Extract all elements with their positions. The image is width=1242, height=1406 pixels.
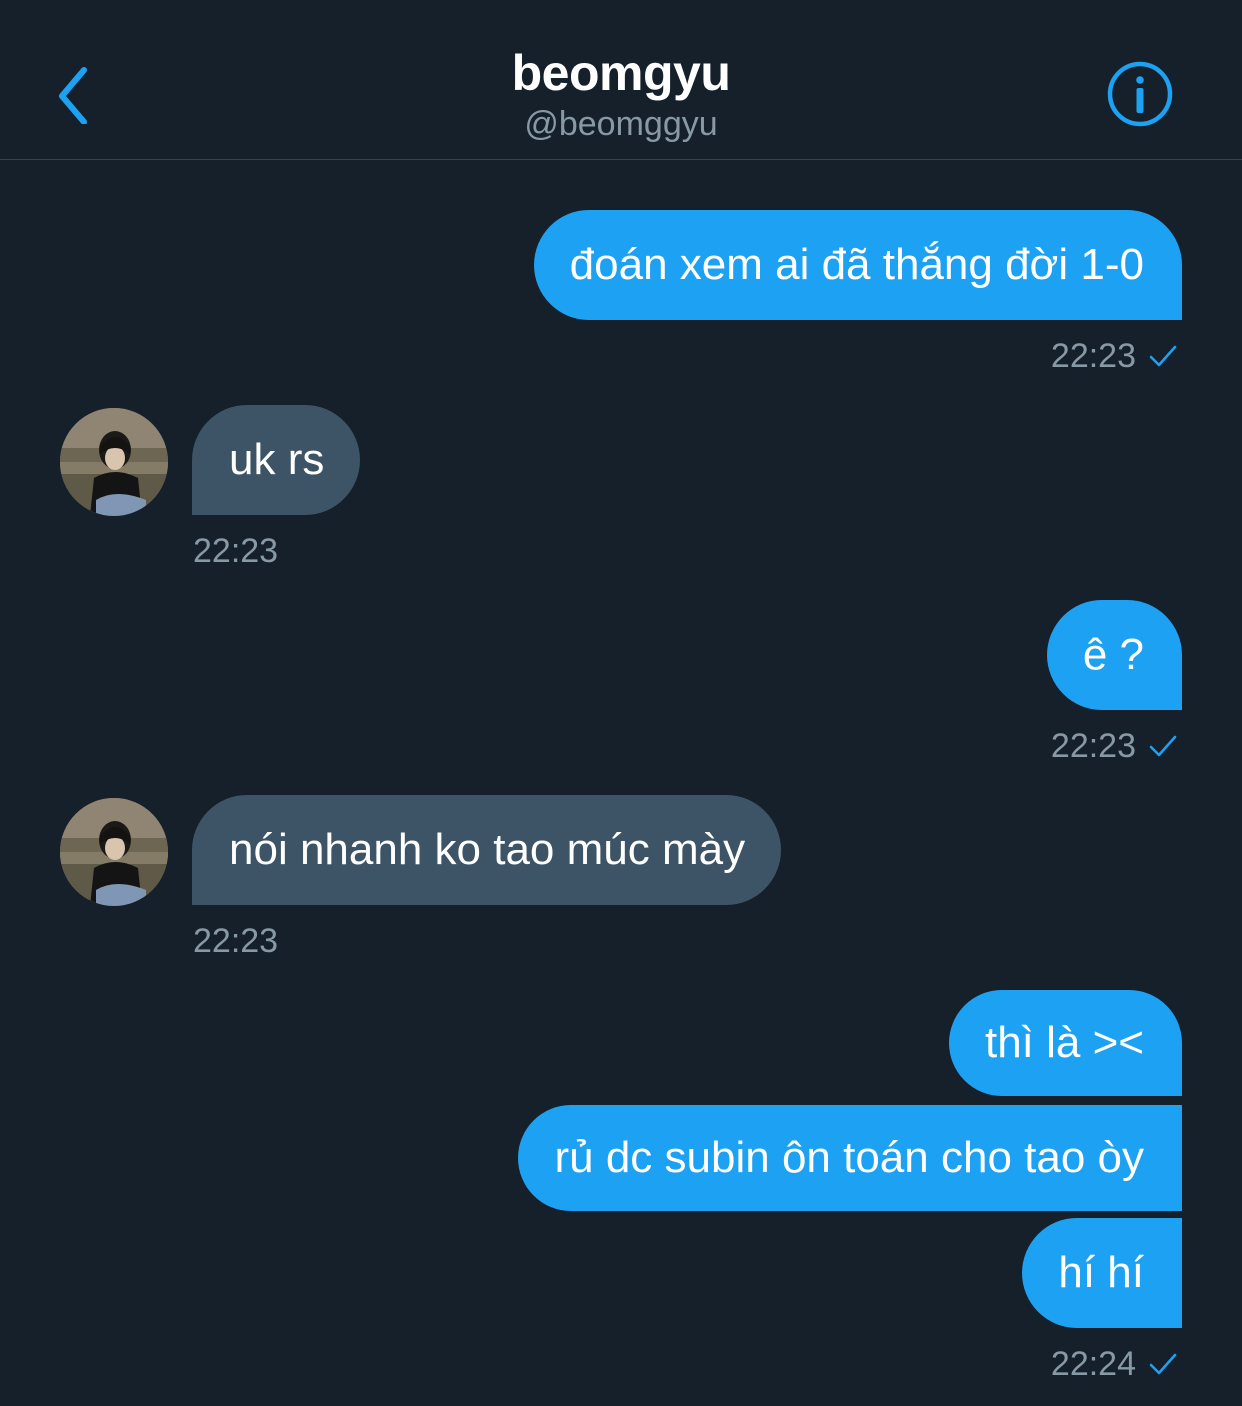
message-text: uk rs	[229, 435, 325, 484]
message-text: ê ?	[1082, 630, 1144, 679]
timestamp-text: 22:24	[1050, 1345, 1136, 1383]
message-timestamp: 22:23	[1051, 726, 1178, 766]
avatar[interactable]	[60, 408, 168, 516]
message-bubble-outgoing[interactable]: đoán xem ai đã thắng đời 1-0	[533, 210, 1182, 320]
message-text: thì là ><	[984, 1018, 1144, 1067]
message-bubble-outgoing[interactable]: hí hí	[1022, 1218, 1182, 1328]
message-timestamp: 22:23	[1051, 336, 1178, 376]
message-bubble-outgoing[interactable]: thì là ><	[948, 990, 1182, 1096]
info-button[interactable]	[1106, 60, 1174, 128]
message-bubble-incoming[interactable]: nói nhanh ko tao múc mày	[192, 795, 782, 905]
avatar-image	[60, 798, 168, 906]
contact-name[interactable]: beomgyu	[0, 44, 1242, 102]
checkmark-icon	[1149, 345, 1177, 367]
message-text: đoán xem ai đã thắng đời 1-0	[569, 240, 1144, 289]
message-bubble-incoming[interactable]: uk rs	[192, 405, 361, 515]
message-bubble-outgoing[interactable]: ê ?	[1046, 600, 1182, 710]
message-timestamp: 22:23	[193, 532, 279, 570]
message-timestamp: 22:24	[1051, 1344, 1178, 1384]
message-text: nói nhanh ko tao múc mày	[229, 825, 746, 874]
checkmark-icon	[1149, 1353, 1177, 1375]
message-timestamp: 22:23	[193, 922, 279, 960]
avatar-image	[60, 408, 168, 516]
info-circle-icon	[1107, 61, 1173, 127]
message-text: rủ dc subin ôn toán cho tao òy	[554, 1133, 1144, 1182]
contact-handle[interactable]: @beomggyu	[0, 104, 1242, 144]
checkmark-icon	[1149, 735, 1177, 757]
timestamp-text: 22:23	[1050, 727, 1136, 765]
timestamp-text: 22:23	[1050, 337, 1136, 375]
avatar[interactable]	[60, 798, 168, 906]
message-bubble-outgoing[interactable]: rủ dc subin ôn toán cho tao òy	[518, 1105, 1182, 1211]
message-text: hí hí	[1058, 1248, 1144, 1297]
conversation-header: beomgyu @beomggyu	[0, 0, 1242, 160]
